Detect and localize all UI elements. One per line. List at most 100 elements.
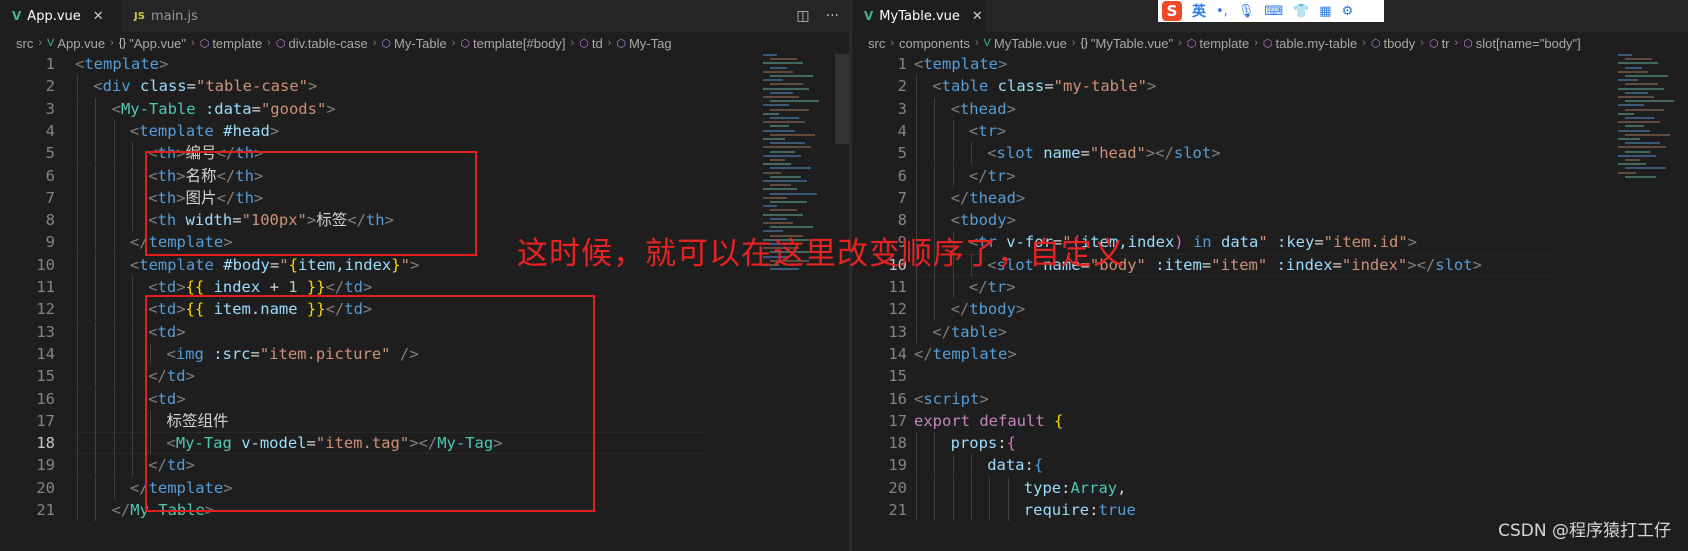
tab-main-js[interactable]: JS main.js — [122, 0, 234, 32]
minimap-right[interactable] — [1618, 54, 1684, 551]
code-token: My-Table — [120, 99, 196, 118]
breadcrumb-item[interactable]: My-Table — [394, 36, 447, 51]
code-text: <script> — [914, 388, 989, 410]
minimap-line — [1625, 117, 1654, 119]
toolbox-icon[interactable]: ▦ — [1319, 4, 1331, 19]
code-line[interactable]: 2 <div class="table-case"> — [0, 75, 849, 98]
tab-app-vue[interactable]: V App.vue ✕ — [0, 0, 122, 32]
punctuation-icon[interactable]: •, — [1216, 4, 1228, 19]
breadcrumb-item[interactable]: tr — [1442, 36, 1450, 51]
code-line[interactable]: 6 </tr> — [852, 164, 1688, 187]
line-number: 13 — [36, 322, 55, 341]
code-line[interactable]: 4 <template #head> — [0, 119, 849, 142]
indent-guide — [95, 298, 97, 321]
code-token: > — [1007, 344, 1017, 363]
scrollbar-thumb[interactable] — [835, 54, 849, 144]
breadcrumb-item[interactable]: "MyTable.vue" — [1091, 36, 1173, 51]
line-number: 5 — [897, 144, 907, 163]
close-icon[interactable]: ✕ — [972, 9, 983, 24]
code-line[interactable]: 4 <tr> — [852, 119, 1688, 142]
code-line[interactable]: 3 <thead> — [852, 97, 1688, 120]
breadcrumb-item[interactable]: table.my-table — [1276, 36, 1358, 51]
breadcrumb-item[interactable]: div.table-case — [288, 36, 367, 51]
close-icon[interactable]: ✕ — [93, 9, 104, 24]
code-token: > — [1006, 166, 1016, 185]
code-token: tr — [987, 166, 1007, 185]
breadcrumb-item[interactable]: slot[name="body"] — [1476, 36, 1581, 51]
code-line[interactable]: 7 </thead> — [852, 186, 1688, 209]
code-token: "item" — [1211, 255, 1268, 274]
braces-icon: {} — [118, 37, 127, 49]
indent-guide — [934, 164, 936, 187]
code-token: , — [1117, 478, 1127, 497]
code-token: < — [914, 389, 924, 408]
code-token: > — [1006, 211, 1016, 230]
code-line[interactable]: 12 </tbody> — [852, 298, 1688, 321]
minimap-line — [1625, 75, 1668, 77]
indent-guide — [989, 476, 991, 499]
split-editor-icon[interactable]: ◫ — [796, 8, 809, 24]
code-line[interactable]: 2 <table class="my-table"> — [852, 75, 1688, 98]
code-token: < — [111, 99, 121, 118]
minimap-line — [763, 213, 803, 216]
code-line[interactable]: 19 data:{ — [852, 454, 1688, 477]
code-line[interactable]: 18 props:{ — [852, 432, 1688, 455]
breadcrumb-item[interactable]: components — [899, 36, 970, 51]
breadcrumb-item[interactable]: "App.vue" — [129, 36, 186, 51]
code-token: < — [148, 278, 158, 296]
code-token: in — [1192, 233, 1212, 252]
input-language-toggle[interactable]: 英 — [1192, 1, 1206, 21]
code-text: <thead> — [951, 98, 1016, 120]
code-line[interactable]: 5 <slot name="head"></slot> — [852, 142, 1688, 165]
indent-guide — [952, 454, 954, 477]
indent-guide — [952, 499, 954, 521]
breadcrumb-item[interactable]: template — [1199, 36, 1249, 51]
code-line[interactable]: 1 <template> — [0, 53, 849, 75]
indent-guide — [77, 499, 78, 521]
indent-guide — [95, 209, 97, 232]
right-editor-group: V MyTable.vue ✕ src › components › V MyTabl… — [852, 0, 1688, 551]
code-line[interactable]: 17 export default { — [852, 410, 1688, 432]
code-line[interactable]: 1 <template> — [852, 53, 1688, 75]
keyboard-icon[interactable]: ⌨ — [1264, 4, 1283, 19]
indent-guide — [934, 298, 936, 321]
breadcrumb-item[interactable]: My-Tag — [629, 36, 672, 51]
code-editor-right[interactable]: 1 <template> 2 <table class="my-table"> 3 <th… — [852, 54, 1688, 551]
sogou-logo-icon[interactable]: S — [1162, 1, 1182, 21]
breadcrumb-item[interactable]: App.vue — [57, 36, 105, 51]
code-token: slot — [1435, 255, 1473, 274]
tab-mytable-vue[interactable]: V MyTable.vue ✕ — [852, 0, 986, 32]
scrollbar-left[interactable] — [835, 54, 849, 551]
minimap-line — [1625, 91, 1648, 94]
code-line[interactable]: 15 — [852, 365, 1688, 387]
microphone-icon[interactable]: 🎙 — [1238, 4, 1255, 19]
code-line[interactable]: 20 type:Array, — [852, 476, 1688, 499]
code-line[interactable]: 13 </table> — [852, 320, 1688, 343]
breadcrumb-item[interactable]: src — [868, 36, 885, 51]
indent-guide — [131, 387, 133, 410]
breadcrumb-item[interactable]: td — [592, 36, 603, 51]
breadcrumb-item[interactable]: template[#body] — [473, 36, 566, 51]
minimap-line — [763, 222, 793, 224]
code-line[interactable]: 16 <script> — [852, 388, 1688, 410]
more-actions-icon[interactable]: ··· — [826, 8, 839, 24]
breadcrumb-item[interactable]: template — [212, 36, 262, 51]
indent-guide — [131, 164, 133, 187]
breadcrumb-item[interactable]: src — [16, 36, 33, 51]
indent-guide — [934, 454, 936, 477]
skin-icon[interactable]: 👕 — [1293, 4, 1309, 19]
breadcrumb-item[interactable]: tbody — [1383, 36, 1415, 51]
code-line[interactable]: 14 </template> — [852, 343, 1688, 365]
code-token: td — [157, 278, 177, 296]
code-line[interactable]: 3 <My-Table :data="goods"> — [0, 97, 849, 120]
line-number: 8 — [45, 211, 55, 230]
minimap-left[interactable] — [763, 54, 829, 551]
element-icon: ⬡ — [460, 37, 471, 50]
code-line[interactable]: 11 </tr> — [852, 276, 1688, 298]
settings-icon[interactable]: ⚙ — [1342, 4, 1354, 19]
indent-guide — [77, 97, 78, 120]
chevron-right-icon: › — [1178, 37, 1182, 49]
breadcrumb-item[interactable]: MyTable.vue — [994, 36, 1067, 51]
code-text: </template> — [914, 343, 1017, 365]
